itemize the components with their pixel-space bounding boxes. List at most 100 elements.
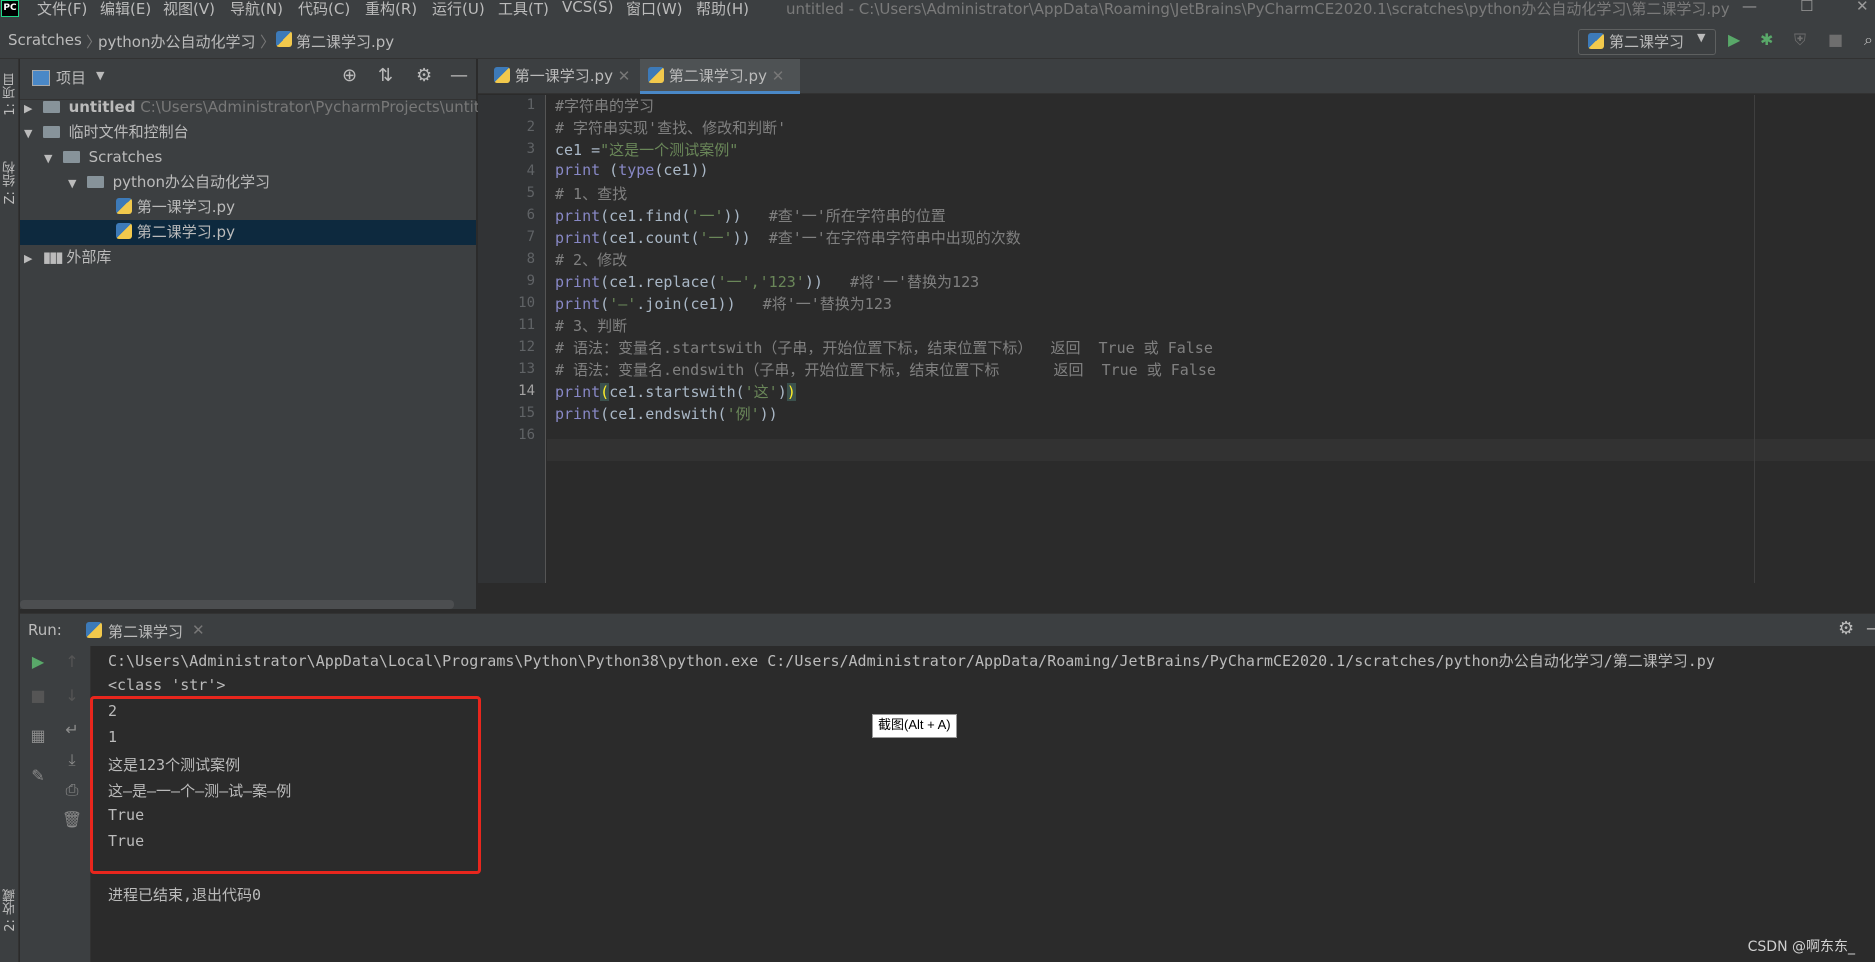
up-arrow-icon[interactable]: ↑ [60,652,84,671]
soft-wrap-icon[interactable]: ↵ [60,720,84,739]
hide-icon[interactable]: — [1866,618,1875,639]
tree-item-lesson-2-file[interactable]: 第二课学习.py [20,220,476,245]
code-builtin: print [555,161,601,179]
run-configuration-selector[interactable]: 第二课学习 ▼ [1578,29,1716,55]
line-number: 5 [526,185,535,201]
pin-icon[interactable]: ✎ [26,766,50,785]
folder-icon [86,176,104,188]
code-text: )) [804,273,850,291]
run-console[interactable]: C:\Users\Administrator\AppData\Local\Pro… [90,646,1875,962]
scroll-to-end-icon[interactable]: ⤓ [60,750,84,770]
line-number-current: 14 [518,383,535,399]
maximize-icon[interactable]: ☐ [1800,0,1813,15]
print-icon[interactable]: ⎙ [60,780,84,800]
code-string: '一','123' [717,273,805,291]
code-line-10: print('—'.join(ce1)) #将'一'替换为123 [555,293,892,314]
tree-item-untitled[interactable]: ▶ untitled C:\Users\Administrator\Pychar… [20,95,493,121]
line-number-gutter: 1 2 3 4 5 6 7 8 9 10 11 12 13 14 15 16 [478,95,546,583]
collapse-icon[interactable]: ▼ [68,171,82,196]
run-icon[interactable]: ▶ [1728,30,1740,49]
project-panel: 项目 ▼ ⊕ ⇅ ⚙ — ▶ untitled C:\Users\Adminis… [20,59,493,609]
chevron-down-icon[interactable]: ▼ [96,69,104,82]
structure-tool-button[interactable]: Z: 结构 [1,161,20,204]
search-icon[interactable]: ⌕ [1864,30,1873,50]
trash-icon[interactable]: 🗑 [60,810,84,829]
tab-lesson-2[interactable]: 第二课学习.py ✕ [640,59,800,94]
breadcrumb-file[interactable]: 第二课学习.py [296,31,394,52]
code-line-2: # 字符串实现'查找、修改和判断' [555,117,786,138]
code-comment: # 语法：变量名.endswith（子串，开始位置下标，结束位置下标 返回 Tr… [555,361,1216,379]
project-tool-button[interactable]: 1: 项目 [1,73,20,116]
stop-icon[interactable]: ■ [26,686,50,705]
stop-icon[interactable]: ■ [1828,30,1843,49]
chevron-down-icon: ▼ [1697,31,1706,44]
tree-item-python-folder[interactable]: ▼ python办公自动化学习 [68,170,270,195]
navigation-bar: Scratches 〉 python办公自动化学习 〉 第二课学习.py 第二课… [0,17,1875,59]
left-tool-stripe: 1: 项目 Z: 结构 2: 收藏 [0,59,19,962]
code-builtin: print [555,273,601,291]
watermark: CSDN @啊东东_ [1747,939,1855,955]
gear-icon[interactable]: ⚙ [1838,618,1854,639]
code-comment: # 字符串实现'查找、修改和判断' [555,119,787,137]
collapse-icon[interactable]: ▼ [44,146,58,171]
layout-icon[interactable]: ▦ [26,726,50,745]
code-comment: #字符串的学习 [555,97,655,115]
line-number: 7 [526,229,535,245]
hide-icon[interactable]: — [450,65,468,86]
code-editor[interactable]: #字符串的学习 # 字符串实现'查找、修改和判断' ce1 ="这是一个测试案例… [547,95,1875,583]
code-line-4: print (type(ce1)) [555,161,709,179]
line-number: 8 [526,251,535,267]
tree-item-scratches[interactable]: ▼ Scratches [44,145,162,170]
console-line: <class 'str'> [108,676,226,694]
close-window-icon[interactable]: ✕ [1856,0,1869,15]
expand-icon[interactable]: ▶ [20,246,38,271]
tab-lesson-1[interactable]: 第一课学习.py ✕ [486,59,641,94]
tree-item-label: python办公自动化学习 [112,173,271,191]
project-horizontal-scrollbar[interactable] [20,600,454,609]
python-file-icon [494,67,510,83]
library-icon: ▮▮▮ [42,248,64,266]
tab-label: 第二课学习.py [668,67,767,85]
expand-icon[interactable]: ▶ [20,96,38,121]
line-number: 13 [518,361,535,377]
code-string: '一' [690,207,724,225]
code-text: )) [759,405,778,423]
code-comment: #查'一'在字符串字符串中出现的次数 [768,229,1021,247]
breadcrumb-scratches[interactable]: Scratches [8,31,82,49]
close-icon[interactable]: ✕ [192,621,205,639]
tree-item-lesson-1-file[interactable]: 第一课学习.py [116,195,235,220]
down-arrow-icon[interactable]: ↓ [60,686,84,705]
line-number: 6 [526,207,535,223]
coverage-icon[interactable]: ⛨ [1794,30,1806,50]
gear-icon[interactable]: ⚙ [416,65,432,86]
project-panel-header: 项目 ▼ ⊕ ⇅ ⚙ — [20,59,476,100]
rerun-icon[interactable]: ▶ [26,652,50,671]
python-icon [1588,33,1604,49]
code-comment: # 语法：变量名.startswith（子串，开始位置下标，结束位置下标） 返回… [555,339,1213,357]
run-tab-label[interactable]: 第二课学习 [108,621,183,642]
close-icon[interactable]: ✕ [618,67,631,85]
python-file-icon [648,67,664,83]
code-text: ( [600,295,610,313]
tree-item-scratches-and-consoles[interactable]: ▼ 临时文件和控制台 [20,120,476,145]
menu-vcs[interactable]: VCS(S) [562,0,613,16]
editor-tab-bar: 第一课学习.py ✕ 第二课学习.py ✕ [478,59,1875,94]
breadcrumb-separator-icon: 〉 [260,33,276,51]
locate-icon[interactable]: ⊕ [342,65,357,86]
code-text: )) [723,207,769,225]
line-number: 12 [518,339,535,355]
code-builtin: print [555,383,601,401]
breadcrumb-folder[interactable]: python办公自动化学习 [98,31,255,52]
favorites-tool-button[interactable]: 2: 收藏 [1,889,20,932]
collapse-all-icon[interactable]: ⇅ [378,65,393,86]
code-line-6: print(ce1.find('一')) #查'一'所在字符串的位置 [555,205,946,226]
debug-icon[interactable]: ✱ [1760,30,1773,49]
minimize-icon[interactable]: — [1742,0,1757,15]
tree-item-external-libraries[interactable]: ▶ ▮▮▮ 外部库 [20,245,111,270]
project-panel-title[interactable]: 项目 [56,67,86,88]
code-text: ) [777,383,787,401]
close-icon[interactable]: ✕ [772,67,785,85]
project-view-icon [32,70,50,86]
breadcrumb-file-icon [276,31,292,49]
collapse-icon[interactable]: ▼ [20,121,38,146]
